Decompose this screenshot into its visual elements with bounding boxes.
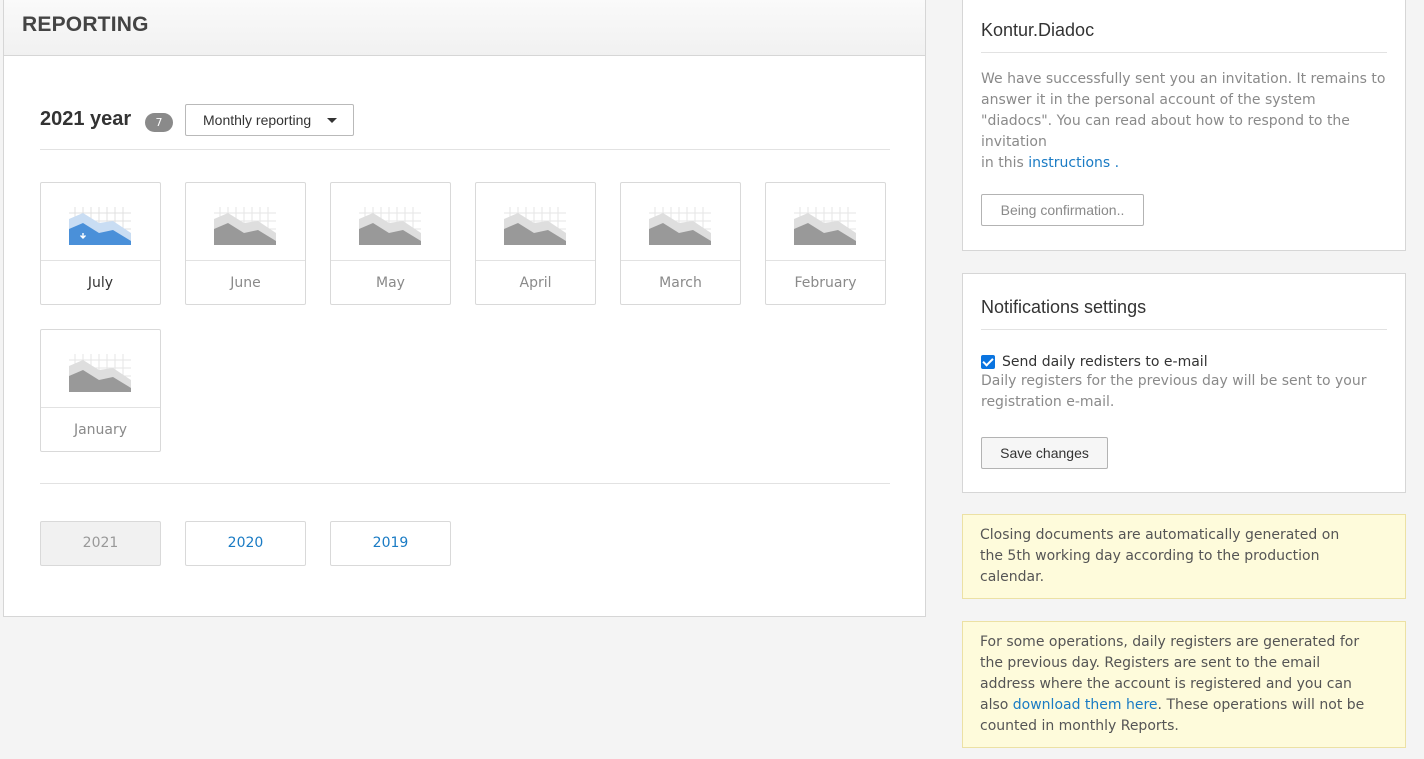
- month-thumbnail: [41, 330, 160, 408]
- notifications-panel: Notifications settings Send daily redist…: [962, 273, 1406, 493]
- month-card-june[interactable]: June: [185, 182, 306, 305]
- reporting-period-dropdown[interactable]: Monthly reporting: [185, 104, 354, 136]
- year-label: 2021 year: [40, 108, 132, 130]
- diadoc-panel: Kontur.Diadoc We have successfully sent …: [962, 0, 1406, 251]
- chart-icon: [504, 207, 566, 245]
- year-button-2020[interactable]: 2020: [185, 521, 306, 566]
- being-confirmation-button[interactable]: Being confirmation..: [981, 194, 1144, 226]
- month-label: June: [230, 275, 261, 291]
- chart-icon: [649, 207, 711, 245]
- chart-icon: [214, 207, 276, 245]
- month-label: May: [376, 275, 405, 291]
- year-button-2019[interactable]: 2019: [330, 521, 451, 566]
- month-card-january[interactable]: January: [40, 329, 161, 452]
- month-thumbnail: [41, 183, 160, 261]
- download-link[interactable]: download them here: [1013, 697, 1158, 713]
- chart-icon: [69, 354, 131, 392]
- daily-registers-note: For some operations, daily registers are…: [962, 621, 1406, 748]
- notifications-title: Notifications settings: [981, 297, 1387, 330]
- daily-registers-option: Send daily redisters to e-mail: [981, 354, 1387, 370]
- caret-down-icon: [327, 118, 337, 123]
- month-thumbnail: [331, 183, 450, 261]
- instructions-link[interactable]: instructions: [1028, 155, 1110, 171]
- month-thumbnail: [186, 183, 305, 261]
- chart-icon: [794, 207, 856, 245]
- month-label: July: [87, 275, 114, 291]
- chart-icon: [359, 207, 421, 245]
- reporting-panel: REPORTING 2021 year 7 Monthly reporting …: [3, 0, 926, 617]
- year-row: 2021 year 7 Monthly reporting: [40, 104, 890, 150]
- notifications-description: Daily registers for the previous day wil…: [981, 373, 1367, 410]
- instructions-suffix: .: [1114, 155, 1120, 171]
- report-count-badge: 7: [145, 113, 173, 132]
- month-card-february[interactable]: February: [765, 182, 886, 305]
- page-title: REPORTING: [22, 13, 149, 36]
- month-label: January: [73, 422, 128, 438]
- diadoc-instructions-line: in this instructions .: [981, 153, 1387, 174]
- dropdown-label: Monthly reporting: [203, 112, 312, 128]
- month-label: February: [794, 275, 857, 291]
- month-thumbnail: [621, 183, 740, 261]
- year-button-2021[interactable]: 2021: [40, 521, 161, 566]
- chart-download-icon: [69, 207, 131, 245]
- checkbox-label: Send daily redisters to e-mail: [1002, 354, 1208, 370]
- diadoc-title: Kontur.Diadoc: [981, 20, 1387, 53]
- save-changes-button[interactable]: Save changes: [981, 437, 1108, 469]
- divider: [40, 483, 890, 484]
- diadoc-description: We have successfully sent you an invitat…: [981, 71, 1386, 150]
- instructions-prefix: in this: [981, 155, 1024, 171]
- reporting-header: REPORTING: [4, 0, 925, 56]
- daily-registers-checkbox[interactable]: [981, 355, 995, 369]
- month-label: April: [519, 275, 552, 291]
- month-thumbnail: [766, 183, 885, 261]
- month-card-may[interactable]: May: [330, 182, 451, 305]
- month-label: March: [659, 275, 702, 291]
- month-thumbnail: [476, 183, 595, 261]
- closing-note-text: Closing documents are automatically gene…: [980, 527, 1340, 585]
- month-card-march[interactable]: March: [620, 182, 741, 305]
- month-card-april[interactable]: April: [475, 182, 596, 305]
- month-card-july[interactable]: July: [40, 182, 161, 305]
- closing-documents-note: Closing documents are automatically gene…: [962, 514, 1406, 599]
